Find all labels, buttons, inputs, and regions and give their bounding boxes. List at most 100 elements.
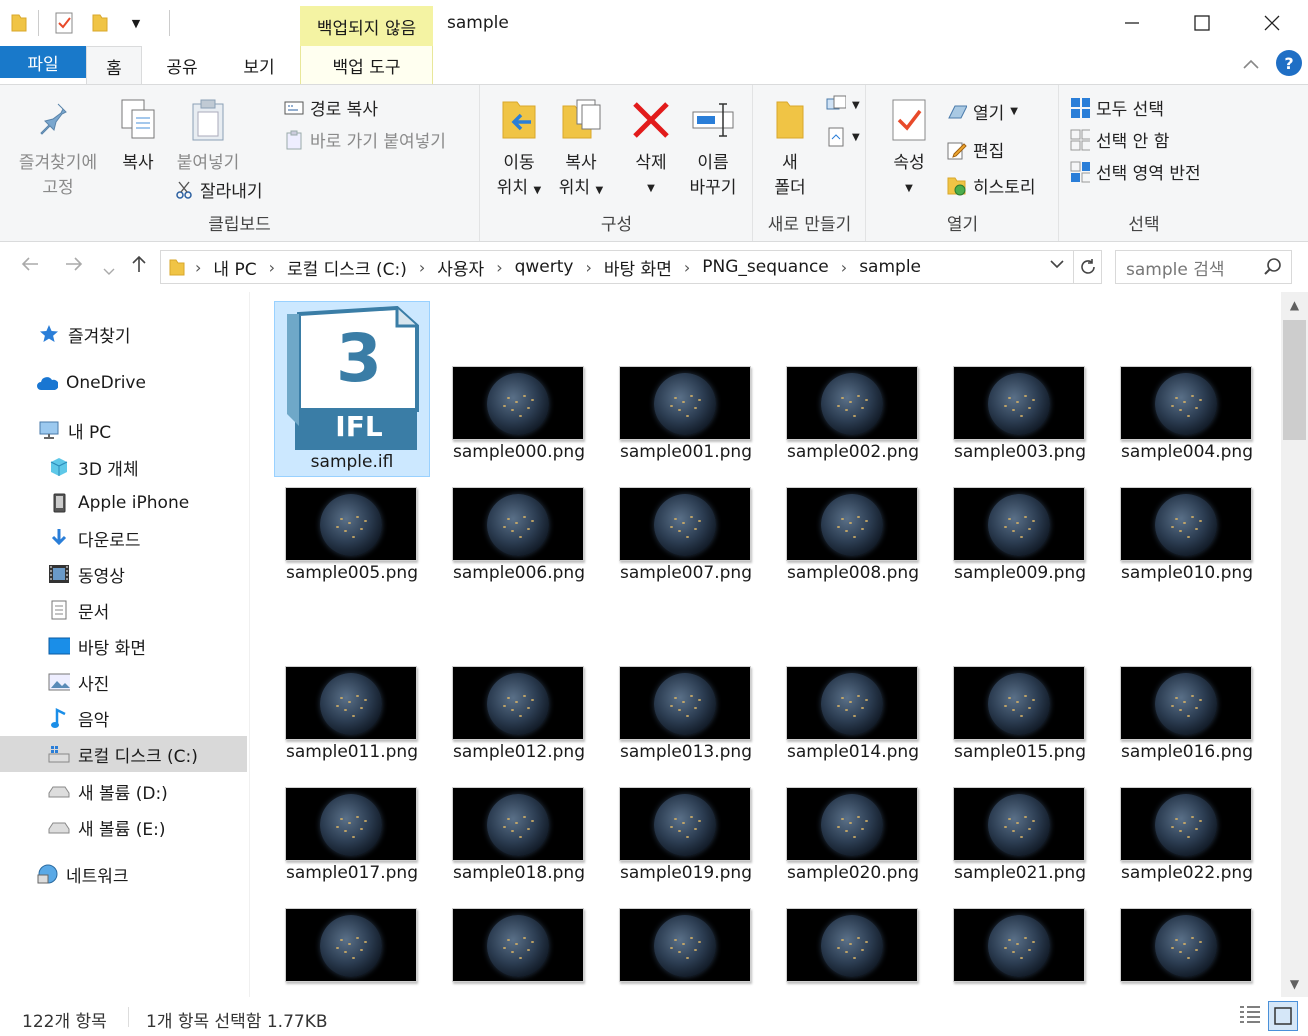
breadcrumb-user[interactable]: qwerty: [513, 257, 576, 277]
city-light-dot: [690, 816, 693, 818]
file-tile[interactable]: [775, 834, 931, 997]
city-light-dot: [523, 395, 526, 397]
rename-button[interactable]: 이름 바꾸기: [683, 97, 743, 201]
minimize-button[interactable]: [1097, 0, 1167, 46]
file-tile[interactable]: sample009.png: [942, 413, 1098, 589]
file-tile[interactable]: sample010.png: [1109, 413, 1265, 589]
scrollbar-thumb[interactable]: [1283, 320, 1306, 440]
chevron-right-icon[interactable]: ›: [831, 258, 857, 277]
nav-item-pictures[interactable]: 사진: [0, 664, 247, 700]
breadcrumb-local-disk[interactable]: 로컬 디스크 (C:): [285, 255, 409, 280]
open-button[interactable]: 열기 ▼: [947, 99, 1018, 124]
scroll-up-arrow-icon[interactable]: ▲: [1281, 294, 1308, 316]
copy-to-button[interactable]: 복사 위치 ▼: [551, 97, 611, 203]
nav-item-network[interactable]: 네트워크: [0, 856, 247, 892]
tab-backup-tools[interactable]: 백업 도구: [300, 46, 433, 84]
city-light-dot: [1008, 939, 1011, 941]
tab-home[interactable]: 홈: [86, 46, 142, 85]
file-tile[interactable]: [608, 834, 764, 997]
chevron-right-icon[interactable]: ›: [409, 258, 435, 277]
scroll-down-arrow-icon[interactable]: ▼: [1281, 973, 1308, 995]
file-tile[interactable]: sample008.png: [775, 413, 931, 589]
edit-button[interactable]: 편집: [947, 137, 1004, 162]
pin-to-quick-access-button[interactable]: 즐겨찾기에 고정: [10, 97, 106, 201]
recent-locations-chevron-icon[interactable]: [103, 258, 115, 282]
breadcrumb-this-pc[interactable]: 내 PC: [211, 255, 258, 280]
new-folder-button[interactable]: 새 폴더: [760, 97, 820, 201]
back-arrow-icon[interactable]: [20, 254, 40, 278]
file-tile[interactable]: [274, 834, 430, 997]
city-light-dot: [1183, 943, 1186, 945]
city-light-dot: [1004, 526, 1007, 528]
city-light-dot: [1187, 957, 1190, 959]
chevron-right-icon[interactable]: ›: [674, 258, 700, 277]
select-none-button[interactable]: 선택 안 함: [1070, 127, 1169, 152]
breadcrumb-desktop[interactable]: 바탕 화면: [602, 255, 674, 280]
customize-qat-icon[interactable]: ▼: [125, 12, 147, 34]
copy-button[interactable]: 복사: [110, 97, 166, 176]
nav-item-apple-iphone[interactable]: Apple iPhone: [0, 485, 247, 521]
toolbar-divider: [169, 10, 170, 36]
tab-file[interactable]: 파일: [0, 46, 86, 78]
nav-item-downloads[interactable]: 다운로드: [0, 520, 247, 556]
nav-item-documents[interactable]: 문서: [0, 592, 247, 628]
chevron-right-icon[interactable]: ›: [259, 258, 285, 277]
refresh-icon[interactable]: [1073, 251, 1101, 283]
cut-button[interactable]: 잘라내기: [174, 177, 263, 202]
new-item-button[interactable]: ▼: [826, 95, 860, 115]
new-folder-icon[interactable]: [89, 12, 111, 34]
paste-button[interactable]: 붙여넣기: [170, 97, 246, 176]
breadcrumb-png-sequance[interactable]: PNG_sequance: [700, 257, 831, 277]
breadcrumb-sample[interactable]: sample: [857, 257, 923, 277]
nav-item-volume-d[interactable]: 새 볼륨 (D:): [0, 773, 247, 809]
forward-arrow-icon[interactable]: [64, 254, 84, 278]
history-button[interactable]: 히스토리: [947, 173, 1036, 198]
collapse-ribbon-icon[interactable]: [1242, 54, 1260, 75]
details-view-icon[interactable]: [1238, 1003, 1262, 1027]
file-tile[interactable]: [1109, 834, 1265, 997]
nav-item-volume-e[interactable]: 새 볼륨 (E:): [0, 809, 247, 845]
select-all-button[interactable]: 모두 선택: [1070, 95, 1164, 120]
file-tile[interactable]: [942, 834, 1098, 997]
properties-icon[interactable]: [53, 12, 75, 34]
file-tile[interactable]: sample005.png: [274, 413, 430, 589]
invert-selection-button[interactable]: 선택 영역 반전: [1070, 159, 1201, 184]
navigation-pane: 즐겨찾기 OneDrive 내 PC 3D 개체 Apple iPhone 다운…: [0, 292, 250, 997]
paste-shortcut-button[interactable]: 바로 가기 붙여넣기: [284, 127, 446, 152]
large-icons-view-icon[interactable]: [1268, 1001, 1298, 1031]
tab-share[interactable]: 공유: [150, 46, 214, 84]
properties-button[interactable]: 속성 ▼: [881, 97, 937, 201]
nav-item-3d-objects[interactable]: 3D 개체: [0, 449, 247, 485]
file-tile[interactable]: sample007.png: [608, 413, 764, 589]
nav-item-local-disk-c[interactable]: 로컬 디스크 (C:): [0, 736, 247, 772]
help-icon[interactable]: ?: [1276, 50, 1302, 76]
nav-item-this-pc[interactable]: 내 PC: [0, 412, 247, 448]
move-to-button[interactable]: 이동 위치 ▼: [489, 97, 549, 203]
maximize-button[interactable]: [1167, 0, 1237, 46]
breadcrumb-users[interactable]: 사용자: [435, 255, 486, 280]
nav-item-desktop[interactable]: 바탕 화면: [0, 628, 247, 664]
copy-path-button[interactable]: 경로 복사: [284, 95, 378, 120]
tab-view[interactable]: 보기: [224, 46, 294, 84]
easy-access-button[interactable]: ▼: [826, 127, 860, 147]
file-tile[interactable]: [441, 834, 597, 997]
nav-item-onedrive[interactable]: OneDrive: [0, 365, 247, 401]
nav-item-favorites[interactable]: 즐겨찾기: [0, 316, 247, 352]
nav-item-videos[interactable]: 동영상: [0, 556, 247, 592]
address-bar[interactable]: › 내 PC › 로컬 디스크 (C:) › 사용자 › qwerty › 바탕…: [160, 250, 1102, 284]
chevron-right-icon[interactable]: ›: [486, 258, 512, 277]
delete-button[interactable]: 삭제 ▼: [621, 97, 681, 201]
close-button[interactable]: [1237, 0, 1307, 46]
drive-icon: [48, 816, 70, 838]
file-tile[interactable]: sample006.png: [441, 413, 597, 589]
nav-item-music[interactable]: 음악: [0, 700, 247, 736]
city-light-dot: [364, 941, 367, 943]
chevron-right-icon[interactable]: ›: [185, 258, 211, 277]
address-history-chevron-icon[interactable]: [1049, 255, 1065, 274]
music-note-icon: [48, 707, 70, 729]
search-input[interactable]: sample 검색: [1115, 250, 1292, 284]
vertical-scrollbar[interactable]: ▲ ▼: [1281, 292, 1308, 997]
up-arrow-icon[interactable]: [130, 254, 148, 279]
chevron-right-icon[interactable]: ›: [575, 258, 601, 277]
folder-icon[interactable]: [8, 12, 30, 34]
